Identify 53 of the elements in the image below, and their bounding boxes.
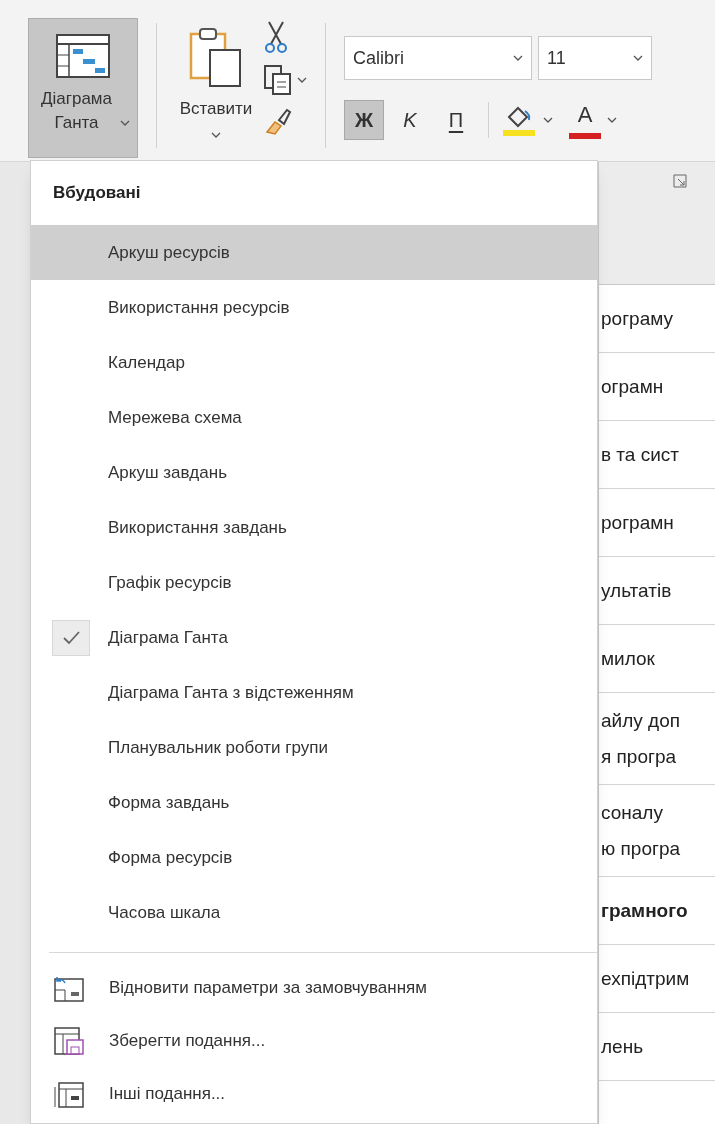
menu-item[interactable]: Форма ресурсів bbox=[31, 830, 597, 885]
table-cell-text: грамного bbox=[600, 898, 689, 923]
menu-action[interactable]: Відновити параметри за замовчуванням bbox=[31, 961, 597, 1014]
menu-item[interactable]: Використання завдань bbox=[31, 500, 597, 555]
format-button[interactable]: K bbox=[390, 100, 430, 140]
font-name-field[interactable]: Calibri bbox=[344, 36, 532, 80]
font-size-field[interactable]: 11 bbox=[538, 36, 652, 80]
paste-button[interactable]: Вставити bbox=[171, 18, 261, 153]
caret-icon bbox=[297, 77, 307, 83]
caret-icon bbox=[543, 117, 553, 123]
font-color-button[interactable]: A bbox=[569, 101, 601, 139]
table-cell-text: я програ bbox=[600, 744, 678, 769]
caret-icon bbox=[607, 117, 617, 123]
menu-action[interactable]: Зберегти подання... bbox=[31, 1014, 597, 1067]
view-button-label: Діаграма Ганта bbox=[40, 88, 113, 134]
table-cell-text: ультатів bbox=[600, 578, 673, 603]
caret-icon bbox=[119, 120, 130, 126]
format-button[interactable]: Ж bbox=[344, 100, 384, 140]
gantt-chart-icon bbox=[55, 33, 111, 79]
menu-item[interactable]: Форма завдань bbox=[31, 775, 597, 830]
paintbrush-icon bbox=[263, 106, 293, 136]
menu-item[interactable]: Аркуш завдань bbox=[31, 445, 597, 500]
save-view-icon bbox=[53, 1025, 85, 1056]
menu-section-title: Вбудовані bbox=[52, 182, 142, 205]
table-cell-text: рограму bbox=[600, 306, 674, 331]
menu-item[interactable]: Аркуш ресурсів bbox=[31, 225, 597, 280]
menu-item[interactable]: Діаграма Ганта bbox=[31, 610, 597, 665]
menu-item[interactable]: Мережева схема bbox=[31, 390, 597, 445]
menu-item[interactable]: Планувальник роботи групи bbox=[31, 720, 597, 775]
copy-icon bbox=[263, 64, 293, 96]
menu-item[interactable]: Графік ресурсів bbox=[31, 555, 597, 610]
table-cell-text: ехпідтрим bbox=[600, 966, 691, 991]
table-cell-text: ограмн bbox=[600, 374, 665, 399]
view-button[interactable]: Діаграма Ганта bbox=[28, 18, 138, 158]
table-cell-text: айлу доп bbox=[600, 708, 681, 733]
table-cell-text: рограмн bbox=[600, 510, 675, 535]
dialog-launcher-icon bbox=[673, 174, 687, 188]
table-cell-text: милок bbox=[600, 646, 656, 671]
caret-icon bbox=[513, 55, 523, 61]
caret-icon bbox=[211, 131, 221, 138]
table-cell-text: лень bbox=[600, 1034, 645, 1059]
caret-icon bbox=[633, 55, 643, 61]
table-cell-text: соналу bbox=[600, 800, 664, 825]
menu-item[interactable]: Календар bbox=[31, 335, 597, 390]
menu-item[interactable]: Використання ресурсів bbox=[31, 280, 597, 335]
menu-item[interactable]: Діаграма Ганта з відстеженням bbox=[31, 665, 597, 720]
table-cell-text: в та сист bbox=[600, 442, 681, 467]
menu-action[interactable]: Інші подання... bbox=[31, 1067, 597, 1120]
format-button[interactable]: П bbox=[436, 100, 476, 140]
table-cell-text: ю програ bbox=[600, 836, 681, 861]
scissors-icon bbox=[263, 20, 289, 54]
menu-item[interactable]: Часова шкала bbox=[31, 885, 597, 940]
clipboard-icon bbox=[188, 26, 244, 88]
